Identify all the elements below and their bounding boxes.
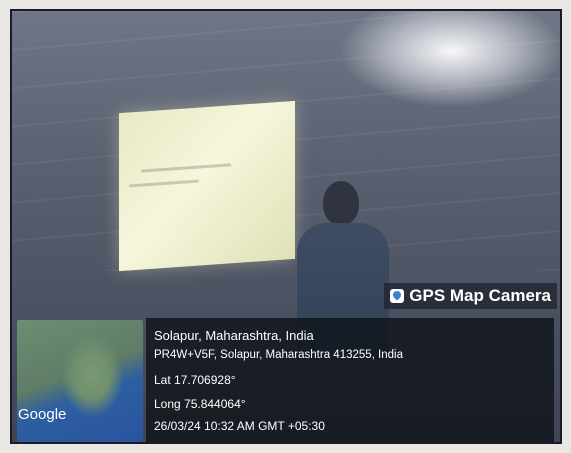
google-logo: Google — [18, 406, 67, 423]
map-pin-icon — [390, 289, 405, 303]
place-name: Solapur, Maharashtra, India — [154, 328, 314, 343]
app-label: GPS Map Camera — [384, 283, 557, 309]
location-info-panel: Solapur, Maharashtra, India PR4W+V5F, So… — [146, 318, 554, 442]
longitude: Long 75.844064° — [154, 397, 246, 411]
projected-slide — [119, 100, 295, 272]
address: PR4W+V5F, Solapur, Maharashtra 413255, I… — [154, 349, 403, 361]
timestamp: 26/03/24 10:32 AM GMT +05:30 — [154, 419, 325, 433]
presenter-head — [323, 181, 359, 225]
latitude: Lat 17.706928° — [154, 373, 236, 387]
app-name: GPS Map Camera — [409, 286, 551, 305]
mini-map — [17, 320, 143, 442]
